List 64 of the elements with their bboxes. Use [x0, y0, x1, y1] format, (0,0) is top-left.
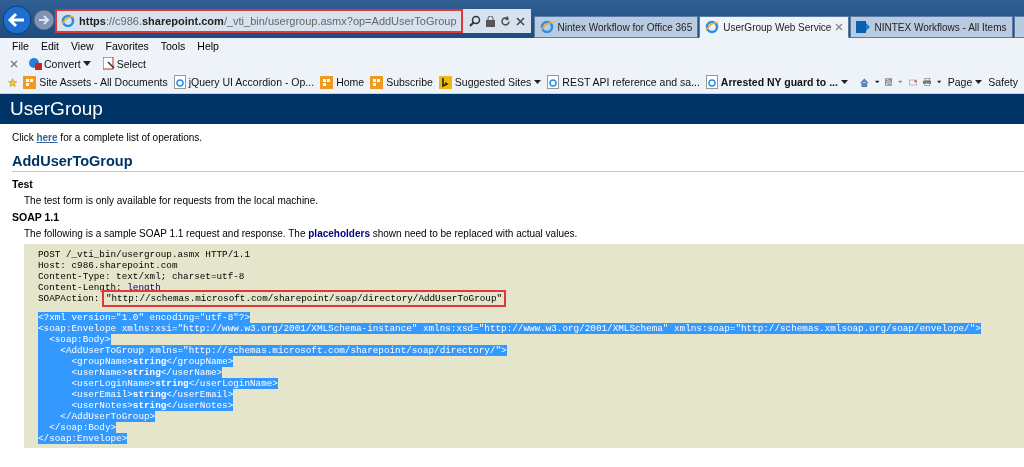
caret-icon[interactable] — [937, 80, 942, 84]
intro-text: Click here for a complete list of operations. — [12, 132, 204, 143]
menu-item[interactable]: Help — [197, 40, 219, 53]
code-line: POST /_vti_bin/usergroup.asmx HTTP/1.1 — [38, 249, 250, 260]
close-icon[interactable] — [515, 16, 525, 26]
sharepoint-icon — [320, 75, 334, 89]
section-heading: Test — [12, 178, 34, 190]
printer-icon[interactable] — [922, 76, 932, 88]
address-bar[interactable]: https://c986.sharepoint.com/_vti_bin/usergroup.asmx?op=AddUserToGroup — [55, 9, 463, 33]
caret-icon — [82, 61, 91, 66]
browser-tab[interactable]: NINTEX Workflows - All Items — [850, 16, 1013, 38]
back-button[interactable] — [2, 5, 32, 35]
page-title: UserGroup — [10, 98, 103, 120]
operation-heading: AddUserToGroup — [12, 153, 1024, 172]
ie-icon — [61, 14, 75, 28]
ie-icon — [705, 20, 720, 34]
ie-icon — [539, 20, 554, 34]
browser-tab[interactable]: Nintex Workflow for Office 365 — [533, 16, 699, 38]
sharepoint-icon — [856, 20, 871, 34]
favorites-link[interactable]: Home — [320, 75, 365, 89]
home-icon[interactable] — [859, 75, 869, 89]
bing-icon — [438, 75, 452, 89]
menu-item[interactable]: Edit — [40, 40, 59, 53]
refresh-icon[interactable] — [499, 15, 511, 27]
favorites-link[interactable]: jQuery UI Accordion - Op... — [173, 75, 315, 89]
code-line: Content-Type: text/xml; charset=utf-8 — [38, 271, 245, 282]
mail-icon[interactable] — [908, 77, 917, 87]
close-tab-icon[interactable] — [835, 23, 844, 31]
toolbar-button[interactable]: Select — [100, 57, 148, 70]
favorites-link[interactable]: REST API reference and sa... — [547, 75, 700, 89]
favorites-link[interactable]: Arrested NY guard to ... — [705, 75, 848, 89]
favorites-link[interactable]: Subscribe — [370, 75, 433, 89]
menu-item[interactable]: Favorites — [105, 40, 149, 53]
section-text: The following is a sample SOAP 1.1 request and response. The placeholders shown need to be replaced with actual values. — [24, 228, 579, 239]
section-text: The test form is only available for requests from the local machine. — [24, 195, 320, 206]
menu-item[interactable]: Tools — [160, 40, 186, 53]
favorites-link[interactable]: Suggested Sites — [438, 75, 542, 89]
page-icon — [705, 75, 718, 89]
favorites-link[interactable]: Site Assets - All Documents — [23, 75, 168, 89]
forward-button[interactable] — [33, 9, 55, 31]
feed-icon[interactable] — [884, 76, 893, 88]
lock-icon — [485, 15, 495, 27]
caret-icon[interactable] — [874, 80, 879, 84]
convert-icon — [28, 57, 42, 70]
code-line: Host: c986.sharepoint.com — [38, 260, 178, 271]
page-icon — [173, 75, 186, 89]
section-heading: SOAP 1.1 — [12, 211, 61, 223]
search-icon[interactable] — [468, 15, 481, 27]
caret-icon — [975, 80, 983, 84]
toolbar-button[interactable]: Convert — [26, 57, 93, 70]
menu-item[interactable]: File — [12, 40, 29, 53]
caret-icon — [840, 80, 848, 84]
sharepoint-icon — [23, 75, 37, 89]
select-icon — [102, 57, 115, 70]
browser-tab[interactable]: UserGroup Web Service — [699, 16, 850, 38]
close-icon[interactable] — [10, 59, 18, 68]
code-line: SOAPAction: "http://schemas.microsoft.com/sharepoint/soap/directory/AddUserToGroup" — [38, 293, 504, 304]
toolbar-menu[interactable]: Safety — [988, 76, 1018, 88]
toolbar-menu[interactable]: Page — [947, 76, 983, 88]
caret-icon — [534, 80, 542, 84]
page-icon — [547, 75, 560, 89]
menu-item[interactable]: View — [71, 40, 94, 53]
sharepoint-icon — [370, 75, 384, 89]
operations-link[interactable]: here — [36, 132, 58, 143]
